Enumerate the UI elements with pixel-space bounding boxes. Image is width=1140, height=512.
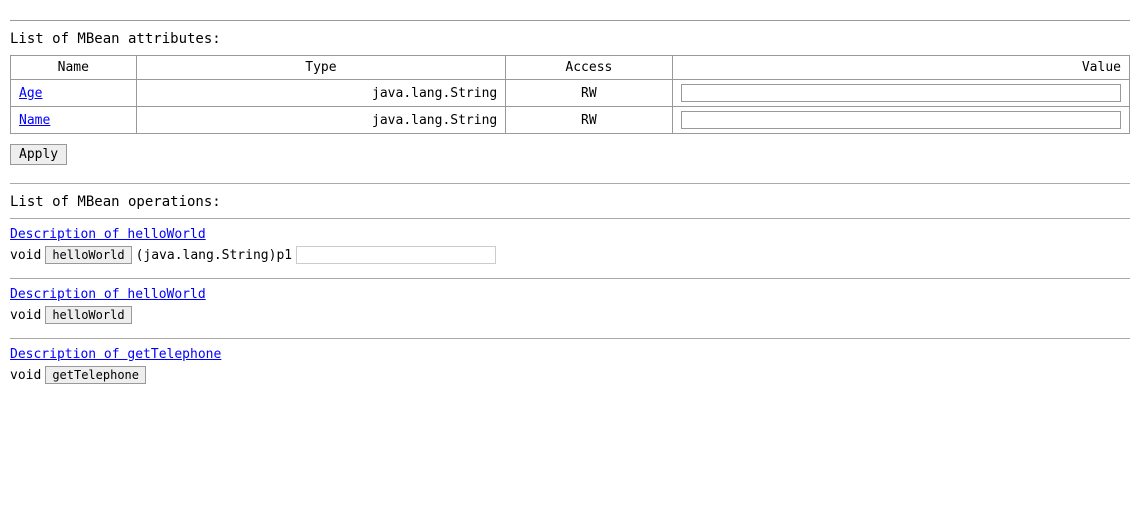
attribute-type-cell: java.lang.String xyxy=(136,80,506,107)
operation-description-link-0[interactable]: Description of helloWorld xyxy=(10,227,1130,242)
operation-line: void helloWorld xyxy=(10,306,1130,324)
attribute-type-cell: java.lang.String xyxy=(136,107,506,134)
operation-params: (java.lang.String)p1 xyxy=(136,248,293,263)
operation-return-type: void xyxy=(10,368,41,383)
col-header-name: Name xyxy=(11,56,137,80)
operation-invoke-button-1[interactable]: helloWorld xyxy=(45,306,131,324)
operation-return-type: void xyxy=(10,248,41,263)
attributes-table: Name Type Access Value Age java.lang.Stri… xyxy=(10,55,1130,134)
operations-section: List of MBean operations: Description of… xyxy=(10,194,1130,390)
operations-section-title: List of MBean operations: xyxy=(10,194,1130,210)
operation-return-type: void xyxy=(10,308,41,323)
operation-block: Description of helloWorld void helloWorld … xyxy=(10,227,1130,270)
attribute-name-link-age[interactable]: Age xyxy=(19,86,42,101)
operation-line: void getTelephone xyxy=(10,366,1130,384)
attribute-row: Age java.lang.StringRW xyxy=(11,80,1130,107)
attribute-value-input-age[interactable] xyxy=(681,84,1121,102)
col-header-access: Access xyxy=(506,56,672,80)
operation-invoke-button-0[interactable]: helloWorld xyxy=(45,246,131,264)
operation-description-link-2[interactable]: Description of getTelephone xyxy=(10,347,1130,362)
operation-block: Description of getTelephone void getTeleph… xyxy=(10,347,1130,390)
operation-block: Description of helloWorld void helloWorld xyxy=(10,287,1130,330)
attributes-section-title: List of MBean attributes: xyxy=(10,31,1130,47)
attribute-name-link-name[interactable]: Name xyxy=(19,113,50,128)
col-header-type: Type xyxy=(136,56,506,80)
attribute-access-cell: RW xyxy=(506,107,672,134)
attribute-name-cell: Age xyxy=(11,80,137,107)
attribute-access-cell: RW xyxy=(506,80,672,107)
operation-description-link-1[interactable]: Description of helloWorld xyxy=(10,287,1130,302)
attribute-value-cell[interactable] xyxy=(672,80,1129,107)
attribute-value-input-name[interactable] xyxy=(681,111,1121,129)
attribute-row: Name java.lang.StringRW xyxy=(11,107,1130,134)
col-header-value: Value xyxy=(672,56,1129,80)
attribute-name-cell: Name xyxy=(11,107,137,134)
attribute-value-cell[interactable] xyxy=(672,107,1129,134)
operation-param-input-0[interactable] xyxy=(296,246,496,264)
operation-invoke-button-2[interactable]: getTelephone xyxy=(45,366,146,384)
apply-button[interactable]: Apply xyxy=(10,144,67,165)
operation-line: void helloWorld (java.lang.String)p1 xyxy=(10,246,1130,264)
